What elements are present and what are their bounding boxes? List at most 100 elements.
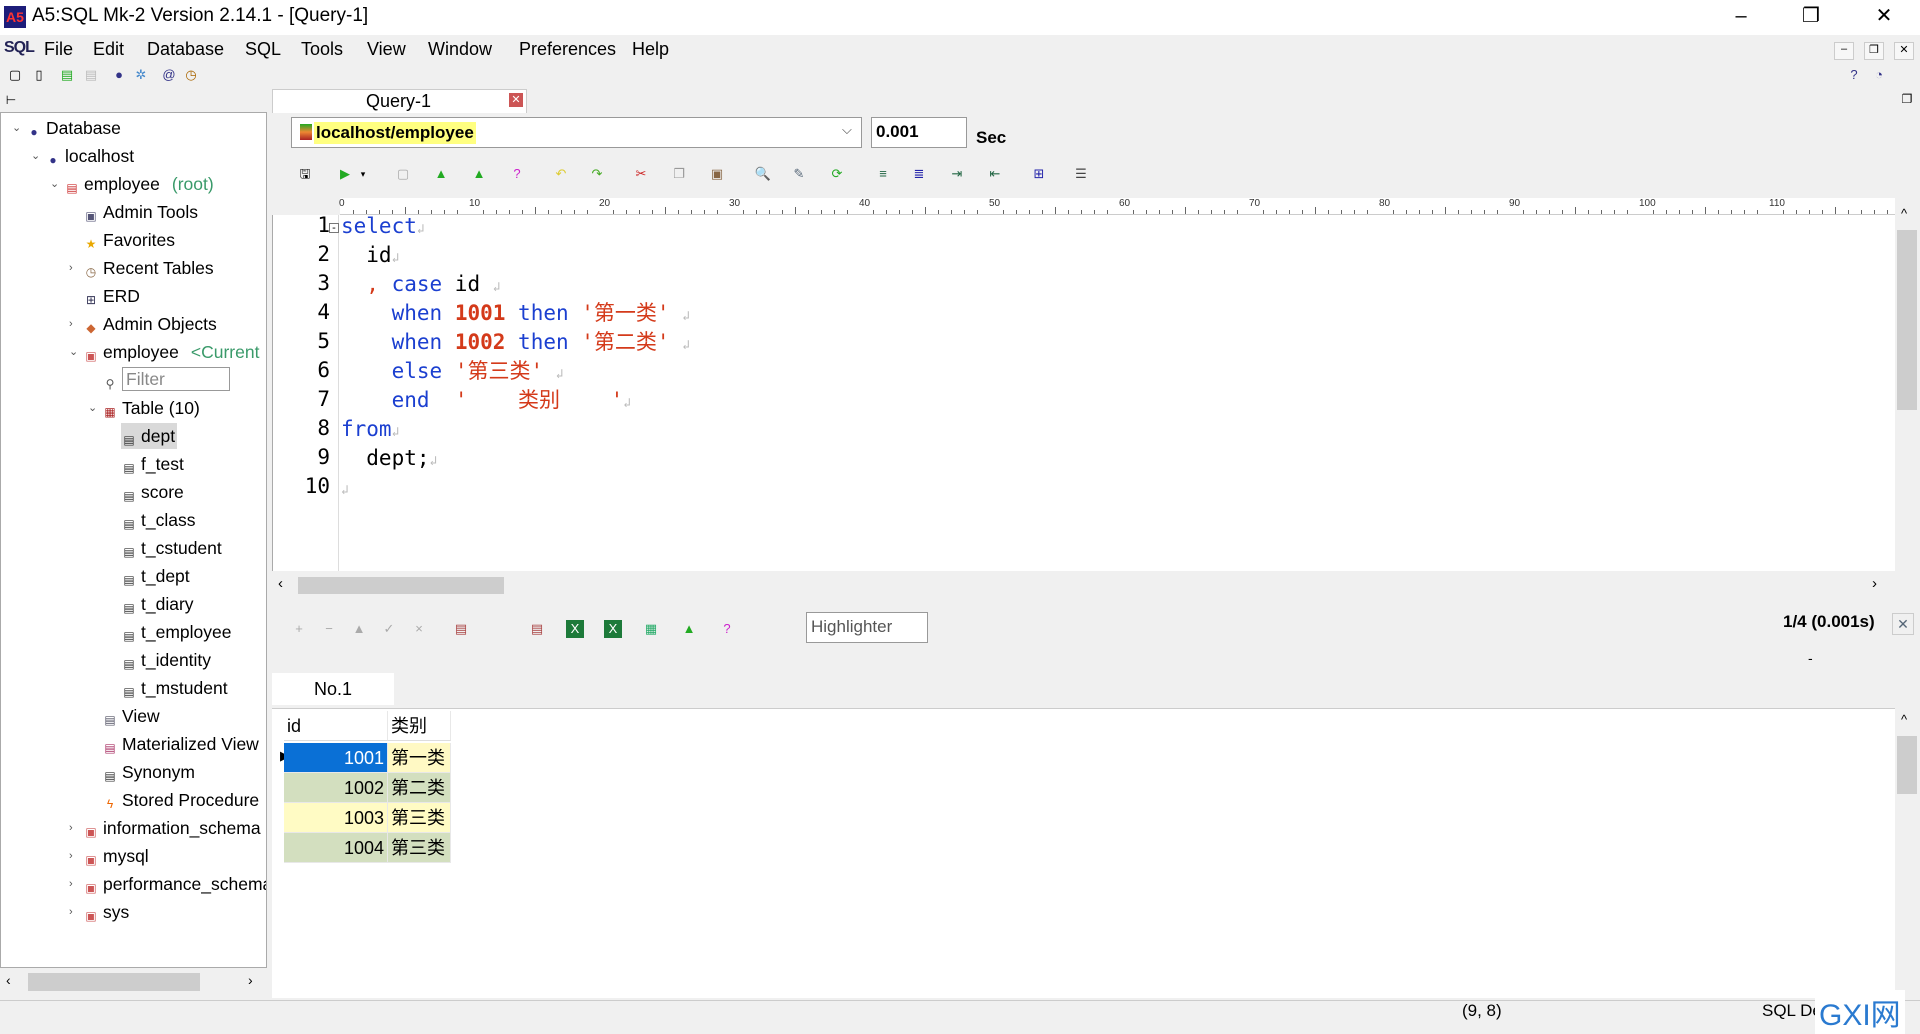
tree-item[interactable]: ★ Favorites	[83, 227, 177, 253]
new-icon[interactable]: ▢	[6, 66, 24, 84]
chevron-down-icon[interactable]: ⌄	[50, 171, 62, 197]
menu-edit[interactable]: Edit	[93, 39, 124, 60]
refresh-icon[interactable]: ⟳	[828, 165, 846, 183]
tree-item[interactable]: ▤ t_mstudent	[121, 675, 230, 701]
tree-item[interactable]: ▣ Admin Tools	[83, 199, 200, 225]
code-line[interactable]: id↲	[341, 241, 399, 273]
menu-file[interactable]: File	[44, 39, 73, 60]
column-header[interactable]: id	[284, 711, 388, 741]
tree-item[interactable]: › ▣ performance_schema	[69, 871, 266, 897]
code-line[interactable]: else '第三类' ↲	[341, 357, 564, 389]
explain-icon[interactable]: ?	[508, 165, 526, 183]
timeout-input[interactable]: 0.001	[871, 117, 967, 148]
settings-icon[interactable]: ✲	[132, 66, 150, 84]
tree-item[interactable]: ⌄ ● Database	[12, 115, 123, 141]
disconnect-icon[interactable]: ▤	[82, 66, 100, 84]
run-icon[interactable]: ▶	[336, 165, 354, 183]
outline-icon[interactable]: ☰	[1072, 165, 1090, 183]
grid-cell[interactable]: 1004	[284, 833, 388, 863]
chevron-right-icon[interactable]: ›	[69, 311, 81, 337]
tree-horizontal-scrollbar[interactable]: ‹ ›	[0, 970, 267, 994]
chevron-down-icon[interactable]: ⌄	[12, 115, 24, 141]
run-dropdown-icon[interactable]: ▾	[354, 165, 372, 183]
tree-item[interactable]: ▤ t_cstudent	[121, 535, 224, 561]
explain-result-icon[interactable]: ?	[718, 620, 736, 638]
code-line[interactable]: ↲	[341, 473, 349, 505]
menu-help[interactable]: Help	[632, 39, 669, 60]
add-row-icon[interactable]: +	[290, 620, 308, 638]
code-line[interactable]: , case id ↲	[341, 270, 500, 302]
grid-cell[interactable]: 第三类	[388, 833, 451, 863]
close-result-button[interactable]: ✕	[1892, 613, 1914, 635]
code-line[interactable]: from↲	[341, 415, 399, 447]
tree-item[interactable]: › ▣ sys	[69, 899, 131, 925]
run-csv-icon[interactable]: ▲	[470, 165, 488, 183]
mdi-minimize-icon[interactable]: –	[1834, 42, 1854, 60]
editor-vertical-scrollbar[interactable]: ^	[1895, 204, 1919, 571]
chevron-right-icon[interactable]: ›	[69, 815, 81, 841]
database-icon[interactable]: ●	[110, 66, 128, 84]
excel-all-icon[interactable]: X	[604, 620, 622, 638]
tree-item[interactable]: ▤ Synonym	[102, 759, 197, 785]
format-icon[interactable]: ≡	[874, 165, 892, 183]
indent-icon[interactable]: ⇥	[948, 165, 966, 183]
tree-item[interactable]: ▤ f_test	[121, 451, 186, 477]
editor-horizontal-scrollbar[interactable]: ‹ ›	[272, 574, 1895, 596]
grid-cell[interactable]: 第三类	[388, 803, 451, 833]
tree-toggle-icon[interactable]: ⊢	[2, 91, 20, 109]
menu-window[interactable]: Window	[428, 39, 492, 60]
copy-icon[interactable]: ❐	[670, 165, 688, 183]
mdi-close-icon[interactable]: ✕	[1894, 42, 1914, 60]
export-xml-icon[interactable]: ▤	[528, 620, 546, 638]
tree-item[interactable]: › ▣ mysql	[69, 843, 151, 869]
code-line[interactable]: dept;↲	[341, 444, 437, 476]
chevron-right-icon[interactable]: ›	[69, 255, 81, 281]
grid-vertical-scrollbar[interactable]: ^	[1895, 710, 1919, 998]
save-icon[interactable]: 🖫	[296, 165, 314, 183]
mdi-restore-icon[interactable]: ❐	[1864, 42, 1884, 60]
chevron-right-icon[interactable]: ›	[69, 843, 81, 869]
code-line[interactable]: when 1001 then '第一类' ↲	[341, 299, 690, 331]
fold-icon[interactable]: -	[329, 223, 339, 234]
run-ab-icon[interactable]: ▲	[432, 165, 450, 183]
tree-item[interactable]: ▤ t_class	[121, 507, 197, 533]
wrap-icon[interactable]: ≣	[910, 165, 928, 183]
tree-item[interactable]: › ◆ Admin Objects	[69, 311, 219, 337]
tree-item[interactable]: ⊞ ERD	[83, 283, 142, 309]
code-line[interactable]: select↲	[341, 212, 425, 244]
database-tree[interactable]: ⌄ ● Database ⌄ ● localhost ⌄ ▤ employee (root) ▣ Ad…	[0, 112, 267, 968]
grid-cell[interactable]: 1001	[284, 743, 388, 773]
close-button[interactable]: ✕	[1855, 0, 1913, 34]
excel-icon[interactable]: X	[566, 620, 584, 638]
grid-cell[interactable]: 1002	[284, 773, 388, 803]
tree-item[interactable]: › ▣ information_schema	[69, 815, 263, 841]
menu-database[interactable]: Database	[147, 39, 224, 60]
tab-query-1[interactable]: Query-1 ✕	[272, 89, 527, 113]
up-icon[interactable]: ▲	[350, 620, 368, 638]
window-list-icon[interactable]: ❐	[1898, 90, 1916, 108]
export-csv-icon[interactable]: ▤	[452, 620, 470, 638]
ab-icon[interactable]: ▲	[680, 620, 698, 638]
code-line[interactable]: end ' 类别 '↲	[341, 386, 632, 418]
column-header[interactable]: 类别	[388, 711, 451, 741]
maximize-button[interactable]: ❐	[1782, 0, 1840, 34]
clock-icon[interactable]: ◷	[182, 66, 200, 84]
menu-tools[interactable]: Tools	[301, 39, 343, 60]
tree-item[interactable]: ▤ t_dept	[121, 563, 192, 589]
delete-row-icon[interactable]: −	[320, 620, 338, 638]
find-icon[interactable]: 🔍	[754, 165, 772, 183]
grid-cell[interactable]: 第一类	[388, 743, 451, 773]
menu-sql[interactable]: SQL	[245, 39, 281, 60]
outdent-icon[interactable]: ⇤	[986, 165, 1004, 183]
chevron-down-icon[interactable]: ⌄	[69, 339, 81, 365]
filter-input[interactable]: Filter	[122, 367, 230, 391]
menu-view[interactable]: View	[367, 39, 406, 60]
stop-icon[interactable]: ▢	[394, 165, 412, 183]
menu-preferences[interactable]: Preferences	[519, 39, 616, 60]
cut-icon[interactable]: ✂	[632, 165, 650, 183]
tree-item[interactable]: ⌄ ▦ Table (10)	[88, 395, 202, 421]
result-grid[interactable]: id类别▶1001第一类1002第二类1003第三类1004第三类	[272, 708, 1895, 998]
close-tab-icon[interactable]: ✕	[509, 93, 523, 107]
tree-item[interactable]: ⌄ ▤ employee (root)	[50, 171, 216, 197]
info-icon[interactable]: ◔	[1870, 66, 1888, 84]
